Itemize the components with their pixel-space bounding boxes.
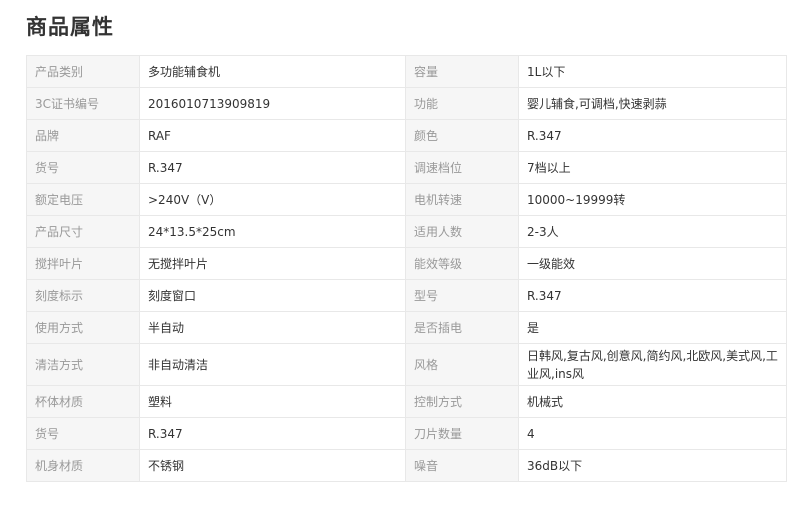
attr-label: 噪音: [405, 449, 519, 482]
attr-value: 非自动清洁: [139, 343, 406, 386]
attr-label: 控制方式: [405, 385, 519, 418]
attr-value: R.347: [139, 151, 406, 184]
attr-label: 机身材质: [26, 449, 140, 482]
attr-label: 货号: [26, 151, 140, 184]
attr-value: 刻度窗口: [139, 279, 406, 312]
attr-value: 10000~19999转: [518, 183, 787, 216]
attr-value: 机械式: [518, 385, 787, 418]
attr-label: 颜色: [405, 119, 519, 152]
table-row: 3C证书编号 2016010713909819 功能 婴儿辅食,可调档,快速剥蒜: [26, 87, 787, 120]
attr-label: 风格: [405, 343, 519, 386]
attr-value: RAF: [139, 119, 406, 152]
attributes-table: 产品类别 多功能辅食机 容量 1L以下 3C证书编号 2016010713909…: [26, 55, 787, 482]
table-row: 刻度标示 刻度窗口 型号 R.347: [26, 279, 787, 312]
attr-label: 3C证书编号: [26, 87, 140, 120]
attr-label: 型号: [405, 279, 519, 312]
table-row: 杯体材质 塑料 控制方式 机械式: [26, 385, 787, 418]
attr-value: 4: [518, 417, 787, 450]
attr-label: 刀片数量: [405, 417, 519, 450]
attr-value: 24*13.5*25cm: [139, 215, 406, 248]
attr-value: 一级能效: [518, 247, 787, 280]
attr-label: 刻度标示: [26, 279, 140, 312]
attr-value: 2-3人: [518, 215, 787, 248]
attr-label: 功能: [405, 87, 519, 120]
table-row: 清洁方式 非自动清洁 风格 日韩风,复古风,创意风,简约风,北欧风,美式风,工业…: [26, 343, 787, 386]
table-row: 品牌 RAF 颜色 R.347: [26, 119, 787, 152]
attr-value: 多功能辅食机: [139, 55, 406, 88]
attr-label: 产品类别: [26, 55, 140, 88]
table-row: 额定电压 >240V（V） 电机转速 10000~19999转: [26, 183, 787, 216]
attr-value: R.347: [139, 417, 406, 450]
attr-label: 清洁方式: [26, 343, 140, 386]
attr-label: 电机转速: [405, 183, 519, 216]
table-row: 使用方式 半自动 是否插电 是: [26, 311, 787, 344]
attr-label: 容量: [405, 55, 519, 88]
table-row: 产品尺寸 24*13.5*25cm 适用人数 2-3人: [26, 215, 787, 248]
table-row: 产品类别 多功能辅食机 容量 1L以下: [26, 55, 787, 88]
attr-value: 不锈钢: [139, 449, 406, 482]
attr-label: 品牌: [26, 119, 140, 152]
attr-value: 2016010713909819: [139, 87, 406, 120]
attr-label: 使用方式: [26, 311, 140, 344]
attr-label: 适用人数: [405, 215, 519, 248]
attr-label: 能效等级: [405, 247, 519, 280]
attr-label: 杯体材质: [26, 385, 140, 418]
attr-value: R.347: [518, 279, 787, 312]
attr-value: 1L以下: [518, 55, 787, 88]
table-row: 货号 R.347 调速档位 7档以上: [26, 151, 787, 184]
attr-label: 产品尺寸: [26, 215, 140, 248]
attr-value: 塑料: [139, 385, 406, 418]
attr-label: 调速档位: [405, 151, 519, 184]
table-row: 机身材质 不锈钢 噪音 36dB以下: [26, 449, 787, 482]
attr-value: 是: [518, 311, 787, 344]
attr-value: 日韩风,复古风,创意风,简约风,北欧风,美式风,工业风,ins风: [518, 343, 787, 386]
attr-label: 额定电压: [26, 183, 140, 216]
page-title: 商品属性: [26, 15, 114, 39]
attr-label: 搅拌叶片: [26, 247, 140, 280]
attr-label: 货号: [26, 417, 140, 450]
attr-value: R.347: [518, 119, 787, 152]
attr-value: 半自动: [139, 311, 406, 344]
attr-label: 是否插电: [405, 311, 519, 344]
attr-value: 7档以上: [518, 151, 787, 184]
table-row: 货号 R.347 刀片数量 4: [26, 417, 787, 450]
attr-value: 婴儿辅食,可调档,快速剥蒜: [518, 87, 787, 120]
attr-value: 无搅拌叶片: [139, 247, 406, 280]
table-row: 搅拌叶片 无搅拌叶片 能效等级 一级能效: [26, 247, 787, 280]
attr-value: 36dB以下: [518, 449, 787, 482]
attr-value: >240V（V）: [139, 183, 406, 216]
